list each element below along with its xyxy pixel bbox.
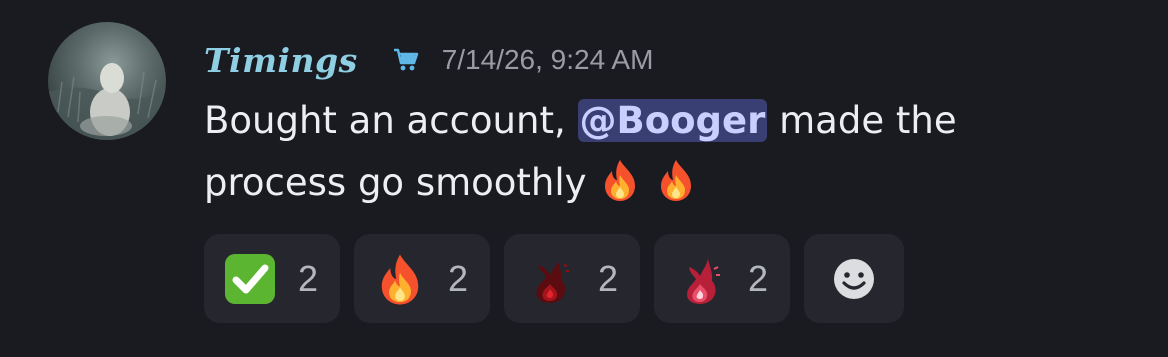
user-mention[interactable]: @Booger — [577, 99, 768, 142]
reaction-pink-flame[interactable]: 2 — [654, 234, 790, 323]
pink-flame-icon — [672, 251, 728, 307]
message-content: Bought an account, @Booger made the proc… — [204, 90, 1104, 214]
reaction-count: 2 — [598, 257, 619, 299]
fire-icon — [372, 251, 428, 307]
reaction-fire[interactable]: 2 — [354, 234, 490, 323]
message-text-before: Bought an account, — [204, 99, 578, 142]
chat-message: Timings 7/14/26, 9:24 AM Bought an accou… — [0, 0, 1168, 357]
shopping-cart-icon[interactable] — [392, 46, 420, 74]
dark-red-flame-icon — [522, 251, 578, 307]
reaction-count: 2 — [298, 257, 319, 299]
fire-emoji-icon — [653, 157, 699, 203]
message-header: Timings 7/14/26, 9:24 AM — [204, 36, 653, 84]
reaction-count: 2 — [748, 257, 769, 299]
reaction-check[interactable]: 2 — [204, 234, 340, 323]
check-mark-icon — [222, 251, 278, 307]
username[interactable]: Timings — [204, 41, 358, 80]
add-reaction-button[interactable] — [804, 234, 904, 323]
timestamp: 7/14/26, 9:24 AM — [441, 44, 654, 75]
fire-emoji-icon — [597, 157, 643, 203]
reaction-bar: 2 2 2 2 — [204, 234, 904, 323]
reaction-count: 2 — [448, 257, 469, 299]
reaction-dark-flame[interactable]: 2 — [504, 234, 640, 323]
avatar[interactable] — [48, 22, 166, 140]
smiley-add-reaction-icon — [826, 251, 882, 307]
